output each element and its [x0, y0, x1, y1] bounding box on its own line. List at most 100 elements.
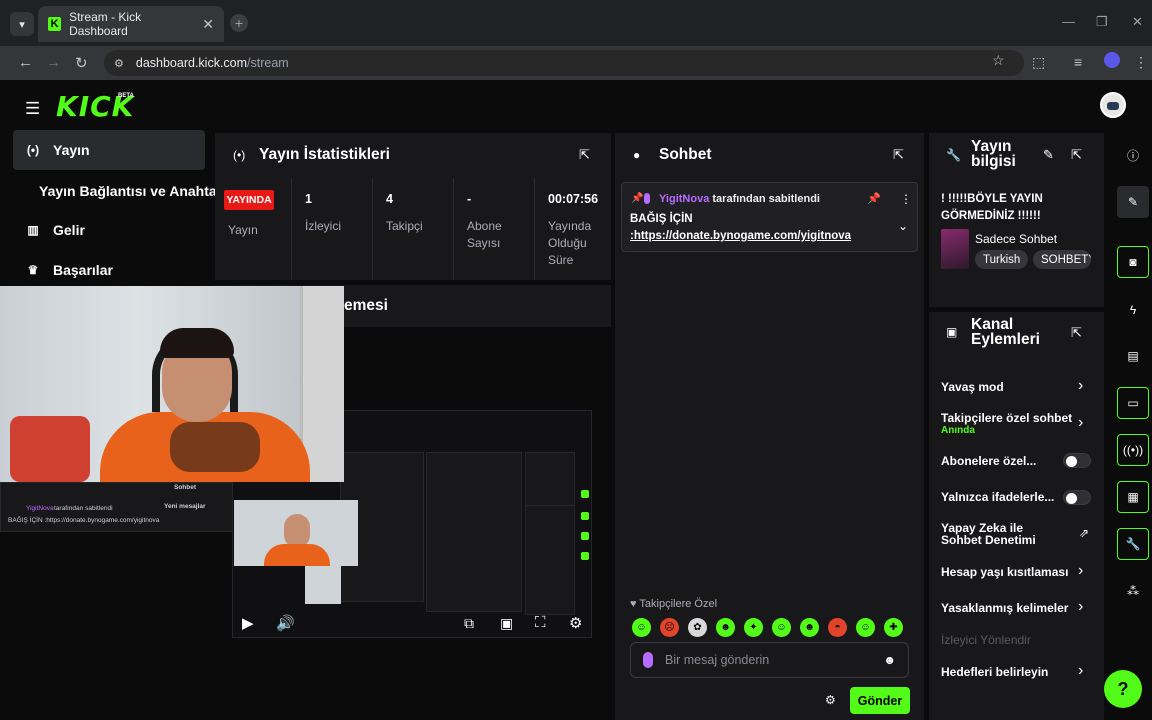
emote-icon[interactable]: ☻	[716, 618, 735, 637]
sidebar-item-yayin[interactable]: (•) Yayın	[13, 130, 205, 170]
action-subscribers-only: Abonelere özel...	[941, 454, 1037, 468]
window-close-icon[interactable]: ✕	[1132, 14, 1143, 30]
site-info-icon[interactable]: ⚙	[114, 57, 124, 70]
emote-icon[interactable]: ✿	[688, 618, 707, 637]
address-bar-row: ← → ↻ ⚙ dashboard.kick.com/stream ☆ ⬚ ≡ …	[0, 46, 1152, 80]
action-account-age[interactable]: Hesap yaşı kısıtlaması	[941, 565, 1068, 579]
document-icon[interactable]: ▤	[1117, 340, 1149, 372]
chat-title: Sohbet	[659, 146, 712, 163]
channel-actions-icon[interactable]: ▦	[1117, 481, 1149, 513]
edit-icon[interactable]: ✎	[1117, 186, 1149, 218]
chevron-right-icon[interactable]: ›	[1078, 662, 1083, 680]
info-icon[interactable]: ⓘ	[1117, 139, 1149, 171]
back-icon[interactable]: ←	[18, 54, 33, 71]
action-slow-mode[interactable]: Yavaş mod	[941, 380, 1004, 394]
profile-avatar[interactable]	[1104, 52, 1120, 68]
minimize-icon[interactable]: —	[1062, 14, 1075, 29]
popout-icon[interactable]: ⇱	[579, 147, 590, 163]
lightning-icon[interactable]: ϟ	[1117, 294, 1149, 326]
chat-icon[interactable]: ▭	[1117, 387, 1149, 419]
subscribers-only-toggle[interactable]	[1063, 453, 1091, 468]
chevron-right-icon[interactable]: ›	[1078, 598, 1083, 616]
category-thumbnail	[941, 229, 969, 269]
emote-icon[interactable]: ◓	[828, 618, 847, 637]
tab-search-icon[interactable]: ▾	[10, 12, 34, 36]
tag-chip[interactable]: SOHBETY	[1033, 250, 1091, 269]
popout-icon[interactable]: ⇱	[1071, 147, 1082, 163]
extensions-icon[interactable]: ⬚	[1032, 54, 1045, 71]
broadcast-icon[interactable]: ((•))	[1117, 434, 1149, 466]
sidebar-item-label: Yayın	[53, 142, 90, 158]
new-tab-icon[interactable]: +	[230, 14, 248, 32]
help-icon[interactable]: ?	[1104, 670, 1142, 708]
action-banned-words[interactable]: Yasaklanmış kelimeler	[941, 601, 1068, 615]
emote-icon[interactable]: ☹	[660, 618, 679, 637]
emoji-icon[interactable]: ☻	[883, 653, 896, 667]
chat-icon: ●	[633, 148, 641, 162]
restore-icon[interactable]: ❐	[1096, 14, 1108, 30]
forward-icon[interactable]: →	[46, 54, 61, 71]
user-avatar[interactable]	[1100, 92, 1126, 118]
stat-value: -	[467, 192, 472, 206]
mini-webcam-nested	[305, 566, 341, 604]
media-control-icon[interactable]: ≡	[1074, 54, 1082, 70]
tab-close-icon[interactable]: ✕	[202, 16, 214, 33]
stat-label: İzleyici	[305, 219, 342, 233]
chevron-right-icon[interactable]: ›	[1078, 377, 1083, 395]
donation-link[interactable]: :https://donate.bynogame.com/yigitnova	[630, 230, 851, 242]
play-icon[interactable]: ▶	[242, 614, 254, 632]
external-link-icon[interactable]: ⇗	[1079, 526, 1089, 540]
emote-icon[interactable]: ☺	[856, 618, 875, 637]
chevron-right-icon[interactable]: ›	[1078, 414, 1083, 432]
browser-menu-icon[interactable]: ⋮	[1134, 54, 1148, 71]
pinned-header: YigitNova tarafından sabitlendi	[659, 193, 820, 205]
tag-chip[interactable]: Turkish	[975, 250, 1029, 269]
menu-icon[interactable]: ☰	[25, 99, 40, 119]
mini-pinned-user: YigitNova	[26, 505, 54, 512]
category-name[interactable]: Sadece Sohbet	[975, 232, 1057, 246]
live-badge: YAYINDA	[224, 190, 274, 210]
reload-icon[interactable]: ↻	[75, 54, 88, 72]
emote-icon[interactable]: ☺	[632, 618, 651, 637]
chevron-right-icon[interactable]: ›	[1078, 562, 1083, 580]
action-ai-moderation[interactable]: Yapay Zeka ile Sohbet Denetimi	[941, 522, 1066, 546]
heart-icon: ♥	[630, 598, 637, 610]
chat-input[interactable]: Bir mesaj gönderin ☻	[630, 642, 909, 678]
edit-icon[interactable]: ✎	[1043, 147, 1054, 163]
emotes-only-toggle[interactable]	[1063, 490, 1091, 505]
url-field[interactable]: ⚙ dashboard.kick.com/stream	[104, 50, 1024, 76]
volume-icon[interactable]: 🔊	[276, 614, 295, 632]
wrench-icon[interactable]: 🔧	[1117, 528, 1149, 560]
bookmark-star-icon[interactable]: ☆	[992, 52, 1005, 69]
nodes-icon[interactable]: ⁂	[1117, 575, 1149, 607]
action-set-goals[interactable]: Hedefleri belirleyin	[941, 665, 1048, 679]
chat-settings-icon[interactable]: ⚙	[825, 693, 836, 707]
lock-icon: ▣	[946, 325, 958, 339]
sidebar-item-basarilar[interactable]: ♛ Başarılar	[13, 250, 205, 290]
stat-value: 00:07:56	[548, 192, 599, 206]
mini-new-messages: Yeni mesajlar	[164, 503, 206, 510]
chat-input-placeholder: Bir mesaj gönderin	[665, 653, 770, 667]
emote-icon[interactable]: ✚	[884, 618, 903, 637]
theater-icon[interactable]: ▣	[500, 615, 513, 632]
browser-tab[interactable]: K Stream - Kick Dashboard ✕	[38, 6, 224, 42]
sidebar-item-gelir[interactable]: ▥ Gelir	[13, 210, 205, 250]
send-button[interactable]: Gönder	[850, 687, 910, 714]
expand-icon[interactable]: ⌄	[898, 219, 908, 233]
more-options-icon[interactable]: ⋮	[900, 192, 912, 206]
emote-icon[interactable]: ☺	[772, 618, 791, 637]
emote-icon[interactable]: ✦	[744, 618, 763, 637]
camera-icon[interactable]: ◙	[1117, 246, 1149, 278]
popout-icon[interactable]: ⇱	[1071, 325, 1082, 341]
pinned-user[interactable]: YigitNova	[659, 193, 709, 205]
pip-icon[interactable]: ⧉	[464, 615, 474, 632]
popout-icon[interactable]: ⇱	[893, 147, 904, 163]
unpin-icon[interactable]: 📌	[867, 192, 881, 205]
fullscreen-icon[interactable]: ⛶	[535, 614, 546, 631]
sidebar-item-stream-key[interactable]: Yayın Bağlantısı ve Anahtarı	[39, 183, 226, 199]
stat-uptime: 00:07:56 Yayında Olduğu Süre	[535, 178, 611, 280]
settings-icon[interactable]: ⚙	[569, 614, 582, 632]
mini-actions-panel	[525, 505, 575, 615]
emote-icon[interactable]: ☻	[800, 618, 819, 637]
action-followers-only[interactable]: Takipçilere özel sohbet	[941, 411, 1072, 425]
